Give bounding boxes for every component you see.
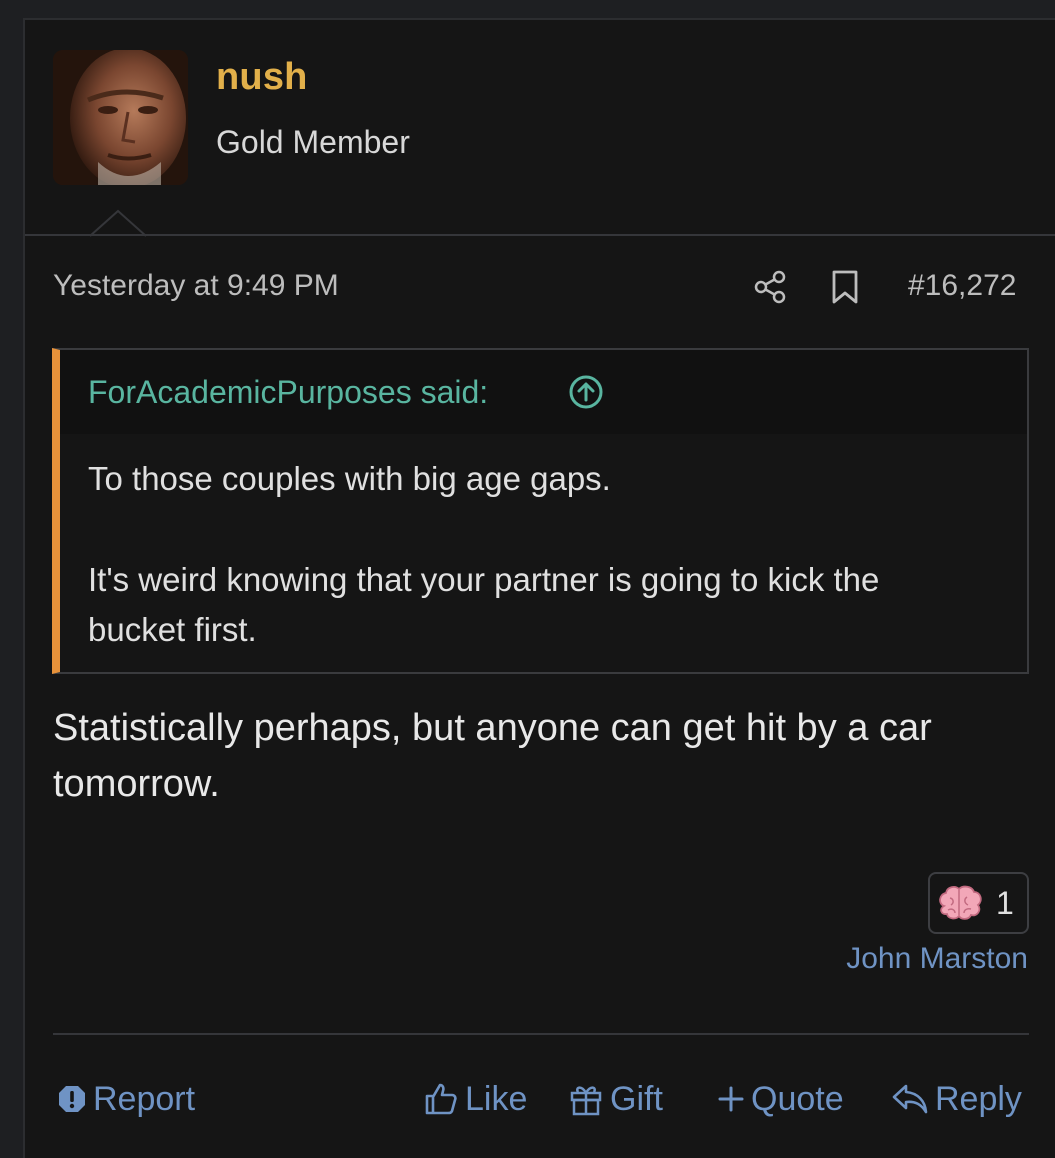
- brain-icon: [939, 885, 982, 920]
- quote-author[interactable]: ForAcademicPurposes said:: [88, 374, 488, 411]
- header-divider: [25, 234, 1055, 236]
- quote-text-line: bucket first.: [88, 611, 257, 648]
- username[interactable]: nush: [216, 56, 308, 99]
- gift-label: Gift: [610, 1079, 663, 1118]
- quote-header: ForAcademicPurposes said:: [60, 350, 1027, 434]
- gift-icon: [570, 1086, 602, 1116]
- quote-text-line: It's weird knowing that your partner is …: [88, 561, 880, 598]
- report-button[interactable]: Report: [57, 1078, 195, 1120]
- user-title: Gold Member: [216, 124, 410, 160]
- like-button[interactable]: Like: [423, 1078, 527, 1120]
- post-body: Statistically perhaps, but anyone can ge…: [53, 707, 932, 805]
- share-icon[interactable]: [752, 269, 788, 305]
- reaction-count: 1: [996, 885, 1014, 921]
- reaction-summary[interactable]: 1: [928, 872, 1029, 934]
- post-timestamp[interactable]: Yesterday at 9:49 PM: [53, 269, 339, 303]
- post-number[interactable]: #16,272: [908, 269, 1016, 303]
- reply-button[interactable]: Reply: [891, 1078, 1022, 1120]
- avatar-photo-icon: [53, 50, 188, 185]
- page-frame: nush Gold Member Yesterday at 9:49 PM #1…: [0, 0, 1055, 1158]
- quote-text-line: To those couples with big age gaps.: [88, 460, 611, 497]
- header-arrow-icon: [90, 209, 146, 237]
- like-label: Like: [465, 1079, 528, 1118]
- plus-icon: [718, 1086, 744, 1112]
- gift-button[interactable]: Gift: [568, 1078, 663, 1120]
- report-label: Report: [93, 1079, 196, 1118]
- post: nush Gold Member Yesterday at 9:49 PM #1…: [23, 18, 1055, 1158]
- thumbs-up-icon: [425, 1083, 457, 1115]
- avatar[interactable]: [53, 50, 188, 185]
- reply-arrow-icon: [892, 1084, 928, 1114]
- quote-button[interactable]: Quote: [717, 1078, 844, 1120]
- arrow-up-circle-icon[interactable]: [568, 374, 604, 410]
- reaction-user-link[interactable]: John Marston: [846, 942, 1028, 976]
- footer-divider: [53, 1033, 1029, 1035]
- quote-label: Quote: [751, 1079, 844, 1118]
- quote-block: ForAcademicPurposes said: To those coupl…: [52, 348, 1029, 674]
- reply-label: Reply: [935, 1079, 1022, 1118]
- alert-icon: [59, 1086, 85, 1112]
- bookmark-icon[interactable]: [830, 269, 860, 305]
